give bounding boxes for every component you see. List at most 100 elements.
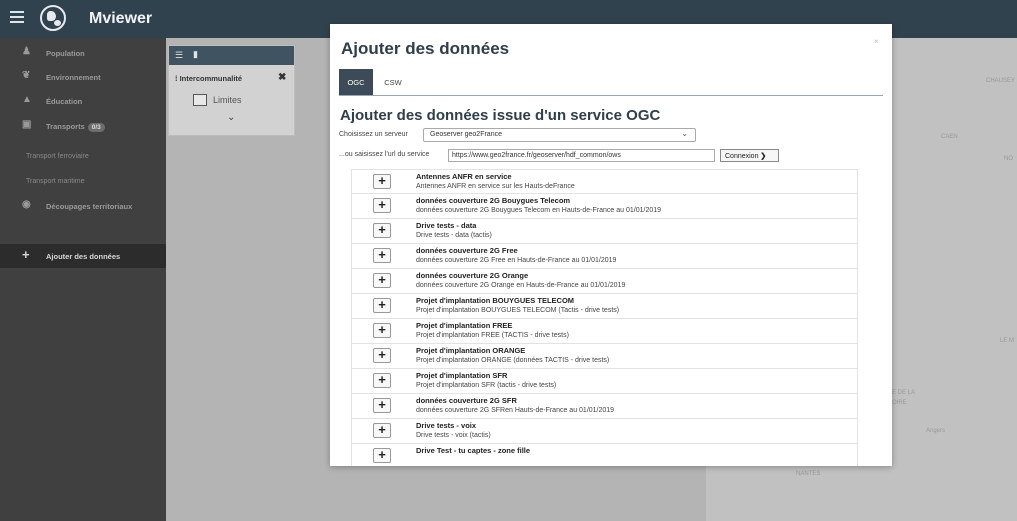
map-label: CHAUSEY [986, 78, 1016, 84]
layer-description: Drive tests - data (tactis) [416, 232, 492, 239]
map-label: CAEN [941, 134, 958, 140]
remove-layer-icon[interactable]: ✖ [278, 72, 286, 83]
map-label: OIRE [892, 400, 907, 406]
chevron-right-icon: ❯ [760, 153, 767, 160]
sidebar-item-education[interactable]: ▲ Éducation [0, 90, 166, 114]
sidebar-subitem-ferroviaire[interactable]: Transport ferroviaire [26, 153, 89, 160]
layer-description: Drive tests - voix (tactis) [416, 432, 491, 439]
layer-description: Projet d'implantation BOUYGUES TELECOM (… [416, 307, 620, 314]
sidebar: ♟ Population ❦ Environnement ▲ Éducation… [0, 38, 166, 521]
sidebar-item-environnement[interactable]: ❦ Environnement [0, 66, 166, 90]
list-icon[interactable]: ☰ [175, 51, 183, 60]
map-label: Angers [926, 428, 946, 434]
list-item: + données couverture 2G Free données couve… [351, 244, 858, 269]
list-item: + Projet d'implantation BOUYGUES TELECOM P… [351, 294, 858, 319]
modal-title: Ajouter des données [341, 39, 510, 58]
add-data-button[interactable]: + Ajouter des données [0, 244, 166, 268]
add-layer-button[interactable]: + [373, 298, 391, 313]
layer-title: Drive tests - data [416, 221, 477, 230]
layer-title: Drive tests - voix [416, 421, 477, 430]
limites-checkbox[interactable] [193, 94, 207, 106]
add-data-label: Ajouter des données [46, 252, 121, 261]
sidebar-subitem-maritime[interactable]: Transport maritime [26, 178, 84, 185]
add-layer-button[interactable]: + [373, 174, 391, 189]
close-icon[interactable]: × [874, 37, 879, 46]
chevron-down-icon[interactable]: ⌄ [227, 112, 235, 123]
layer-title: Projet d'implantation BOUYGUES TELECOM [416, 296, 575, 305]
layer-title: Projet d'implantation SFR [416, 371, 508, 380]
server-label: Choisissez un serveur [339, 131, 408, 138]
add-layer-button[interactable]: + [373, 423, 391, 438]
sidebar-item-population[interactable]: ♟ Population [0, 42, 166, 66]
url-label: ...ou saisissez l'url du service [339, 151, 430, 158]
layer-description: Antennes ANFR en service sur les Hauts-d… [416, 183, 575, 190]
list-item: + Drive tests - voix Drive tests - voix (t… [351, 419, 858, 444]
list-item: + Projet d'implantation ORANGE Projet d'im… [351, 344, 858, 369]
list-item: + Drive tests - data Drive tests - data (t… [351, 219, 858, 244]
add-layer-button[interactable]: + [373, 448, 391, 463]
add-layer-button[interactable]: + [373, 373, 391, 388]
list-item: + Drive Test - tu captes - zone fille [351, 444, 858, 466]
globe-icon: ◉ [22, 199, 31, 210]
sidebar-item-label: Environnement [46, 73, 101, 82]
layer-description: Projet d'implantation ORANGE (données TA… [416, 357, 610, 364]
list-item: + données couverture 2G Bouygues Telecom d… [351, 194, 858, 219]
list-item: + Antennes ANFR en service Antennes ANFR e… [351, 169, 858, 194]
tab-csw[interactable]: CSW [380, 69, 406, 96]
service-url-input[interactable]: https://www.geo2france.fr/geoserver/hdf_… [448, 149, 715, 162]
layer-description: données couverture 2G Free en Hauts-de-F… [416, 257, 617, 264]
layer-panel-toolbar: ☰ ▮ [169, 46, 294, 65]
sidebar-item-label: Découpages territoriaux [46, 202, 133, 211]
add-layer-button[interactable]: + [373, 398, 391, 413]
people-icon: ♟ [22, 46, 31, 57]
modal-subtitle: Ajouter des données issue d'un service O… [340, 107, 661, 124]
layer-list[interactable]: + Antennes ANFR en service Antennes ANFR e… [351, 169, 858, 466]
layer-description: données couverture 2G SFRen Hauts-de-Fra… [416, 407, 615, 414]
limites-label: Limites [213, 95, 242, 105]
connexion-button[interactable]: Connexion ❯ [720, 149, 779, 162]
chevron-down-icon: ⌄ [681, 129, 688, 138]
list-item: + données couverture 2G Orange données cou… [351, 269, 858, 294]
list-item: + Projet d'implantation SFR Projet d'impla… [351, 369, 858, 394]
layer-description: Projet d'implantation FREE (TACTIS - dri… [416, 332, 569, 339]
menu-icon[interactable] [10, 11, 24, 23]
add-layer-button[interactable]: + [373, 348, 391, 363]
plus-icon: + [22, 247, 30, 262]
layer-title: Antennes ANFR en service [416, 172, 512, 181]
tabs-divider [339, 95, 883, 96]
layer-title: données couverture 2G SFR [416, 396, 517, 405]
leaf-icon: ❦ [22, 70, 31, 81]
layer-description: données couverture 2G Orange en Hauts-de… [416, 282, 626, 289]
count-badge: 0/3 [87, 123, 105, 132]
list-item: + Projet d'implantation FREE Projet d'impl… [351, 319, 858, 344]
layer-title: données couverture 2G Orange [416, 271, 529, 280]
layer-title: données couverture 2G Bouygues Telecom [416, 196, 571, 205]
add-layer-button[interactable]: + [373, 248, 391, 263]
layer-title: Drive Test - tu captes - zone fille [416, 446, 531, 455]
globe-logo-icon [40, 5, 66, 31]
trash-icon[interactable]: ▮ [193, 50, 198, 59]
add-layer-button[interactable]: + [373, 273, 391, 288]
tab-ogc[interactable]: OGC [339, 69, 373, 96]
add-layer-button[interactable]: + [373, 223, 391, 238]
layer-title: ⁞ Intercommunalité [175, 74, 243, 83]
add-layer-button[interactable]: + [373, 323, 391, 338]
layer-description: Projet d'implantation SFR (tactis - driv… [416, 382, 557, 389]
map-label: NO [1004, 156, 1013, 162]
layer-title: Projet d'implantation FREE [416, 321, 513, 330]
server-select[interactable]: Geoserver geo2France ⌄ [423, 128, 696, 142]
app-title: Mviewer [89, 10, 153, 27]
layer-title: données couverture 2G Free [416, 246, 518, 255]
sidebar-item-label: Transports 0/3 [46, 122, 105, 132]
sidebar-item-label: Population [46, 49, 85, 58]
add-layer-button[interactable]: + [373, 198, 391, 213]
layer-description: données couverture 2G Bouygues Telecom e… [416, 207, 662, 214]
bus-icon: ▣ [22, 119, 32, 130]
sidebar-item-decoupages[interactable]: ◉ Découpages territoriaux [0, 195, 166, 219]
add-data-modal: Ajouter des données × OGC CSW Ajouter de… [330, 24, 892, 466]
layer-panel: ☰ ▮ ⁞ Intercommunalité ✖ Limites ⌄ [168, 45, 295, 136]
map-label: NANTES [796, 471, 821, 477]
sidebar-item-transports[interactable]: ▣ Transports 0/3 [0, 115, 166, 139]
map-label: E DE LA [892, 390, 916, 396]
sidebar-item-label: Éducation [46, 97, 83, 106]
